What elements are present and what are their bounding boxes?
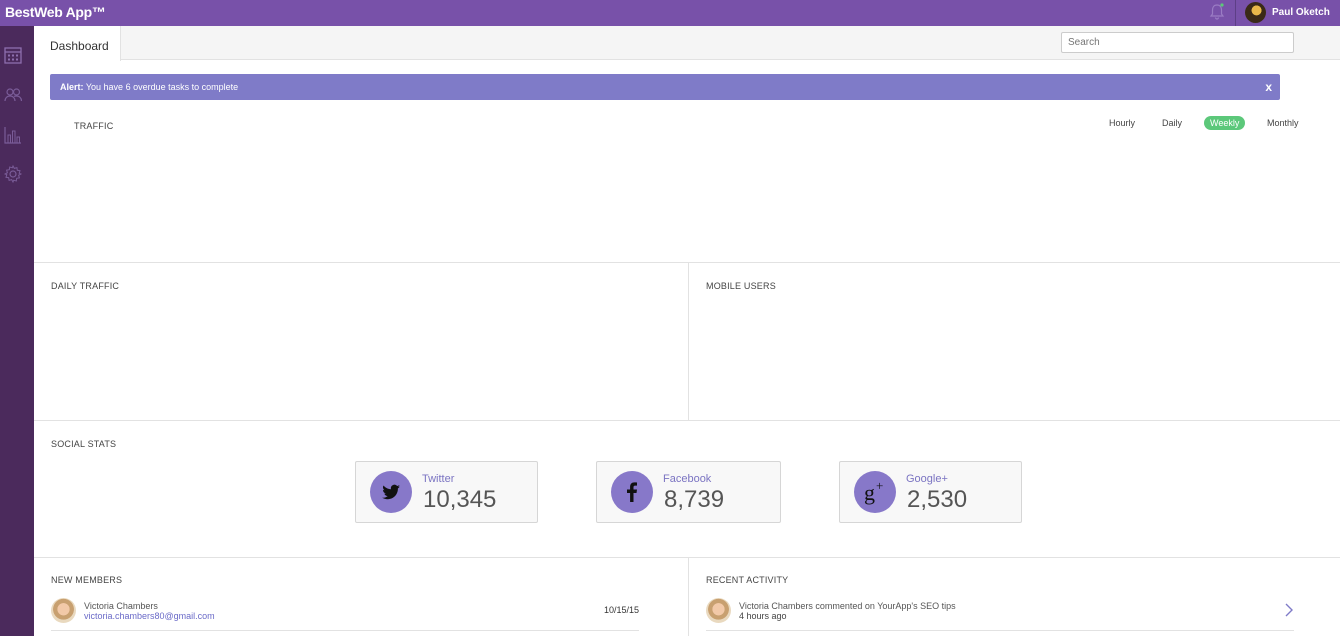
- member-email[interactable]: victoria.chambers80@gmail.com: [84, 611, 215, 621]
- google-plus-icon: g +: [854, 471, 896, 513]
- google-plus-label: Google+: [906, 473, 948, 485]
- facebook-count: 8,739: [664, 486, 725, 513]
- svg-text:g: g: [864, 480, 875, 505]
- tab-bar: Dashboard: [34, 26, 1340, 61]
- column-divider: [688, 558, 689, 636]
- user-avatar[interactable]: [1245, 2, 1266, 23]
- section-divider: [34, 557, 1340, 558]
- avatar[interactable]: [51, 598, 76, 623]
- app-brand[interactable]: BestWeb App™: [5, 4, 106, 20]
- alert-message: You have 6 overdue tasks to complete: [85, 82, 239, 92]
- svg-text:+: +: [876, 478, 883, 493]
- users-icon[interactable]: [4, 86, 22, 104]
- member-join-date: 10/15/15: [604, 605, 640, 615]
- main-content: Dashboard Alert: You have 6 overdue task…: [34, 26, 1340, 636]
- notification-bell-icon[interactable]: [1209, 3, 1225, 21]
- section-divider: [34, 420, 1340, 421]
- alert-prefix: Alert:: [60, 82, 84, 92]
- google-plus-count: 2,530: [907, 486, 968, 513]
- sidebar: [0, 26, 34, 636]
- social-card-twitter[interactable]: Twitter 10,345: [355, 461, 538, 523]
- member-name[interactable]: Victoria Chambers: [84, 601, 158, 611]
- tab-dashboard[interactable]: Dashboard: [34, 26, 121, 61]
- traffic-title: TRAFFIC: [74, 121, 114, 131]
- twitter-label: Twitter: [422, 473, 455, 485]
- alert-banner: Alert: You have 6 overdue tasks to compl…: [50, 74, 1280, 100]
- filter-hourly[interactable]: Hourly: [1109, 118, 1135, 128]
- avatar[interactable]: [706, 598, 731, 623]
- facebook-label: Facebook: [663, 473, 712, 485]
- top-bar: BestWeb App™ Paul Oketch: [0, 0, 1340, 26]
- list-divider: [51, 630, 639, 631]
- activity-time: 4 hours ago: [739, 611, 787, 621]
- social-stats-title: SOCIAL STATS: [51, 439, 117, 449]
- column-divider: [688, 263, 689, 420]
- recent-activity-title: RECENT ACTIVITY: [706, 575, 789, 585]
- activity-text[interactable]: Victoria Chambers commented on YourApp's…: [739, 601, 956, 611]
- filter-monthly[interactable]: Monthly: [1267, 118, 1299, 128]
- mobile-users-title: MOBILE USERS: [706, 281, 776, 291]
- facebook-icon: [611, 471, 653, 513]
- gear-icon[interactable]: [4, 165, 22, 183]
- social-card-google-plus[interactable]: g + Google+ 2,530: [839, 461, 1022, 523]
- section-divider: [34, 262, 1340, 263]
- user-name[interactable]: Paul Oketch: [1272, 7, 1330, 18]
- filter-daily[interactable]: Daily: [1162, 118, 1182, 128]
- alert-close-button[interactable]: x: [1265, 80, 1272, 94]
- twitter-count: 10,345: [423, 486, 497, 513]
- topbar-divider: [1235, 0, 1236, 26]
- calendar-icon[interactable]: [4, 46, 22, 64]
- search-input[interactable]: [1061, 32, 1294, 53]
- new-members-title: NEW MEMBERS: [51, 575, 123, 585]
- twitter-icon: [370, 471, 412, 513]
- filter-weekly[interactable]: Weekly: [1204, 116, 1246, 130]
- bar-chart-icon[interactable]: [4, 126, 22, 144]
- list-divider: [706, 630, 1294, 631]
- chevron-right-icon[interactable]: [1284, 602, 1294, 618]
- daily-traffic-title: DAILY TRAFFIC: [51, 281, 120, 291]
- social-card-facebook[interactable]: Facebook 8,739: [596, 461, 781, 523]
